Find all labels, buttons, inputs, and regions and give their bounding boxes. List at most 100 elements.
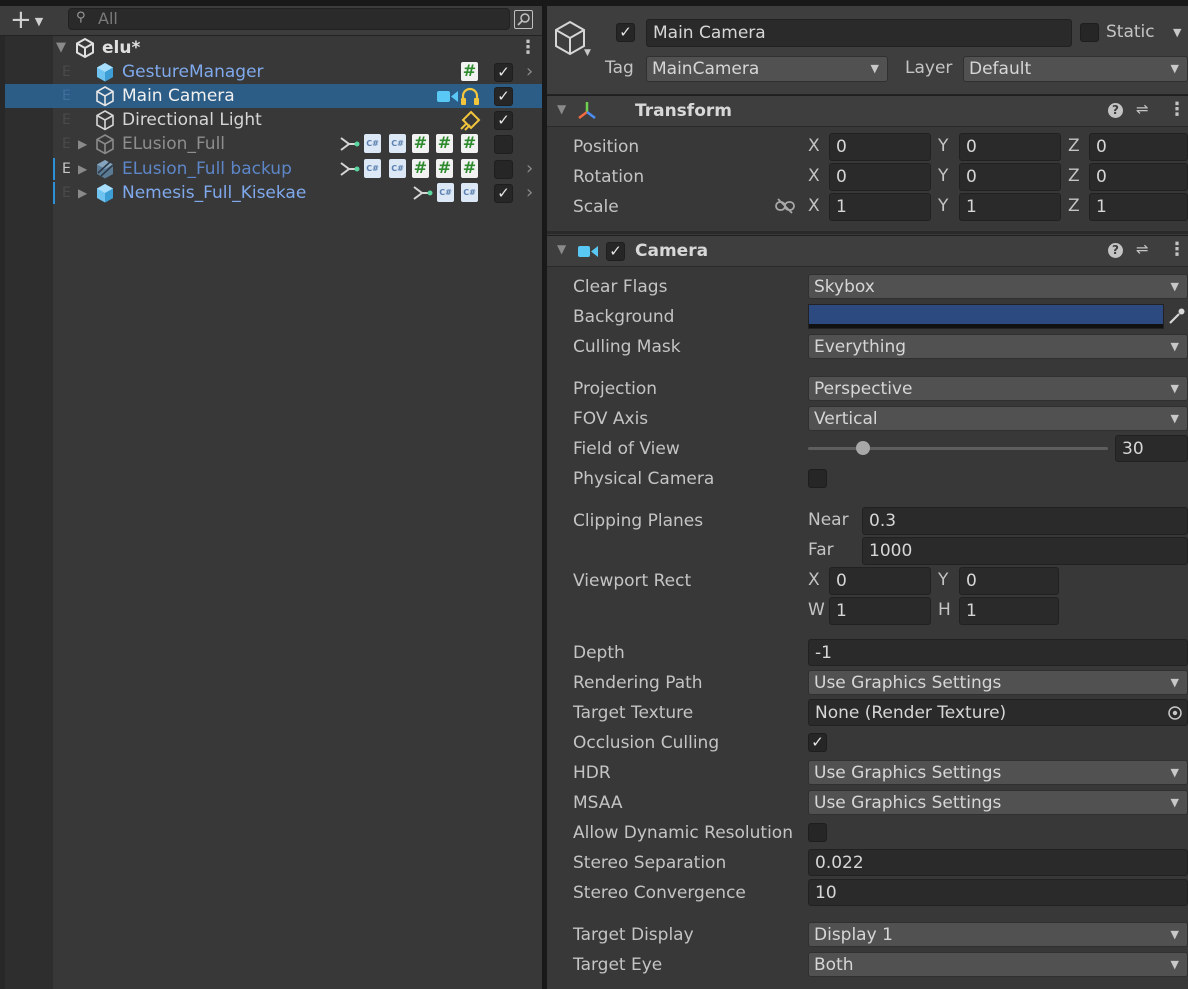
chevron-right-icon[interactable]: › xyxy=(526,60,533,84)
camera-component-header[interactable]: ▼ ✓ Camera ? ⇌ ⋮ xyxy=(547,235,1188,267)
caret-down-icon: ▼ xyxy=(1170,796,1179,809)
expand-arrow-icon[interactable]: ▶ xyxy=(78,181,87,205)
expand-arrow-icon[interactable]: ▶ xyxy=(78,132,87,156)
static-checkbox[interactable] xyxy=(1080,23,1099,42)
fov-slider-track[interactable] xyxy=(808,447,1108,450)
stereo-separation-field[interactable]: 0.022 xyxy=(808,849,1188,876)
caret-down-icon: ▼ xyxy=(34,15,44,28)
expand-arrow-icon[interactable]: ▶ xyxy=(78,157,87,181)
hierarchy-item-directional-light[interactable]: E Directional Light ✓ xyxy=(53,108,542,132)
active-checkbox[interactable]: ✓ xyxy=(494,87,513,106)
fov-value-field[interactable]: 30 xyxy=(1115,435,1188,462)
hierarchy-item-nemesis-full-kisekae[interactable]: E ▶ Nemesis_Full_Kisekae C# C# ✓ › xyxy=(53,181,542,205)
scene-row[interactable]: ▼ elu* ⋮ xyxy=(53,36,542,60)
active-checkbox[interactable]: ✓ xyxy=(494,63,513,82)
object-picker-icon[interactable] xyxy=(1167,705,1183,721)
allow-dynamic-resolution-label: Allow Dynamic Resolution xyxy=(573,823,793,843)
layer-dropdown[interactable]: Default ▼ xyxy=(963,56,1188,82)
chevron-right-icon[interactable]: › xyxy=(526,157,533,181)
rotation-y-field[interactable]: 0 xyxy=(959,163,1061,191)
scale-y-field[interactable]: 1 xyxy=(959,193,1061,221)
far-clip-field[interactable]: 1000 xyxy=(862,537,1188,565)
presets-icon[interactable]: ⇌ xyxy=(1136,240,1149,258)
hdr-dropdown[interactable]: Use Graphics Settings ▼ xyxy=(808,760,1188,785)
far-label: Far xyxy=(808,540,834,560)
clear-flags-dropdown[interactable]: Skybox ▼ xyxy=(808,274,1188,299)
scale-z-field[interactable]: 1 xyxy=(1089,193,1188,221)
camera-enabled-checkbox[interactable]: ✓ xyxy=(606,242,625,261)
component-separator xyxy=(547,231,1188,234)
viewport-rect-label: Viewport Rect xyxy=(573,571,692,591)
hierarchy-item-gesture-manager[interactable]: E GestureManager # ✓ › xyxy=(53,60,542,84)
rendering-path-dropdown[interactable]: Use Graphics Settings ▼ xyxy=(808,670,1188,695)
item-label: Main Camera xyxy=(122,86,235,106)
allow-dynamic-resolution-checkbox[interactable] xyxy=(808,823,827,842)
scene-name: elu* xyxy=(102,38,141,58)
scene-menu-icon[interactable]: ⋮ xyxy=(519,36,537,60)
viewport-x-field[interactable]: 0 xyxy=(829,567,931,595)
help-icon[interactable]: ? xyxy=(1108,243,1123,258)
viewport-y-field[interactable]: 0 xyxy=(959,567,1059,595)
collapse-arrow-icon[interactable]: ▼ xyxy=(557,242,566,256)
create-button[interactable]: + ▼ xyxy=(10,7,56,33)
scale-x-field[interactable]: 1 xyxy=(829,193,931,221)
depth-field[interactable]: -1 xyxy=(808,639,1188,666)
object-active-checkbox[interactable]: ✓ xyxy=(616,23,635,42)
position-z-field[interactable]: 0 xyxy=(1089,133,1188,161)
stereo-convergence-field[interactable]: 10 xyxy=(808,879,1188,906)
fov-slider-thumb[interactable] xyxy=(856,441,870,455)
rotation-z-label: Z xyxy=(1068,166,1080,186)
hierarchy-search-input[interactable]: ⚲ All xyxy=(68,8,510,30)
position-y-field[interactable]: 0 xyxy=(959,133,1061,161)
transform-component-header[interactable]: ▼ Transform ? ⇌ ⋮ xyxy=(547,95,1188,127)
caret-down-icon: ▼ xyxy=(1170,280,1179,293)
near-clip-field[interactable]: 0.3 xyxy=(862,507,1188,535)
culling-mask-dropdown[interactable]: Everything ▼ xyxy=(808,334,1188,359)
physical-camera-checkbox[interactable] xyxy=(808,469,827,488)
depth-label: Depth xyxy=(573,643,625,663)
row-prefix: E xyxy=(62,88,71,104)
projection-dropdown[interactable]: Perspective ▼ xyxy=(808,376,1188,401)
fov-axis-dropdown[interactable]: Vertical ▼ xyxy=(808,406,1188,431)
target-eye-dropdown[interactable]: Both ▼ xyxy=(808,952,1188,977)
background-color-field[interactable] xyxy=(808,304,1164,329)
collapse-arrow-icon[interactable]: ▼ xyxy=(557,102,566,116)
item-label: ELusion_Full backup xyxy=(122,159,292,179)
rotation-z-field[interactable]: 0 xyxy=(1089,163,1188,191)
component-menu-icon[interactable]: ⋮ xyxy=(1168,239,1186,260)
active-checkbox[interactable] xyxy=(494,135,513,154)
target-texture-field[interactable]: None (Render Texture) xyxy=(808,699,1188,726)
rotation-x-field[interactable]: 0 xyxy=(829,163,931,191)
csharp-script-icon: C# xyxy=(437,183,454,202)
rotation-label: Rotation xyxy=(573,167,645,187)
active-checkbox[interactable] xyxy=(494,160,513,179)
chevron-right-icon[interactable]: › xyxy=(526,181,533,205)
presets-icon[interactable]: ⇌ xyxy=(1136,100,1149,118)
target-display-dropdown[interactable]: Display 1 ▼ xyxy=(808,922,1188,947)
viewport-h-field[interactable]: 1 xyxy=(959,597,1059,625)
component-menu-icon[interactable]: ⋮ xyxy=(1168,99,1186,120)
collapse-arrow-icon[interactable]: ▼ xyxy=(56,40,66,55)
position-x-label: X xyxy=(808,136,820,156)
active-checkbox[interactable]: ✓ xyxy=(494,184,513,203)
tag-dropdown[interactable]: MainCamera ▼ xyxy=(646,56,888,82)
target-eye-label: Target Eye xyxy=(573,955,663,975)
occlusion-culling-checkbox[interactable]: ✓ xyxy=(808,733,827,752)
icon-dropdown-caret[interactable]: ▼ xyxy=(584,48,591,58)
viewport-w-field[interactable]: 1 xyxy=(829,597,931,625)
msaa-value: Use Graphics Settings xyxy=(814,793,1002,813)
unlinked-scale-icon[interactable] xyxy=(775,198,795,214)
active-checkbox[interactable]: ✓ xyxy=(494,111,513,130)
hierarchy-item-main-camera[interactable]: E Main Camera ✓ xyxy=(5,84,542,108)
item-label: Nemesis_Full_Kisekae xyxy=(122,183,307,203)
hierarchy-item-elusion-full[interactable]: E ▶ ELusion_Full C# C# # # # xyxy=(53,132,542,156)
object-name-field[interactable]: Main Camera xyxy=(646,19,1072,47)
eyedropper-icon[interactable] xyxy=(1167,306,1187,326)
help-icon[interactable]: ? xyxy=(1108,103,1123,118)
hierarchy-item-elusion-full-backup[interactable]: E ▶ ELusion_Full backup C# C# # # # › xyxy=(53,157,542,181)
search-by-type-button[interactable] xyxy=(514,10,533,29)
transform-icon xyxy=(578,102,596,119)
position-x-field[interactable]: 0 xyxy=(829,133,931,161)
msaa-dropdown[interactable]: Use Graphics Settings ▼ xyxy=(808,790,1188,815)
static-dropdown-caret[interactable]: ▼ xyxy=(1173,26,1181,39)
